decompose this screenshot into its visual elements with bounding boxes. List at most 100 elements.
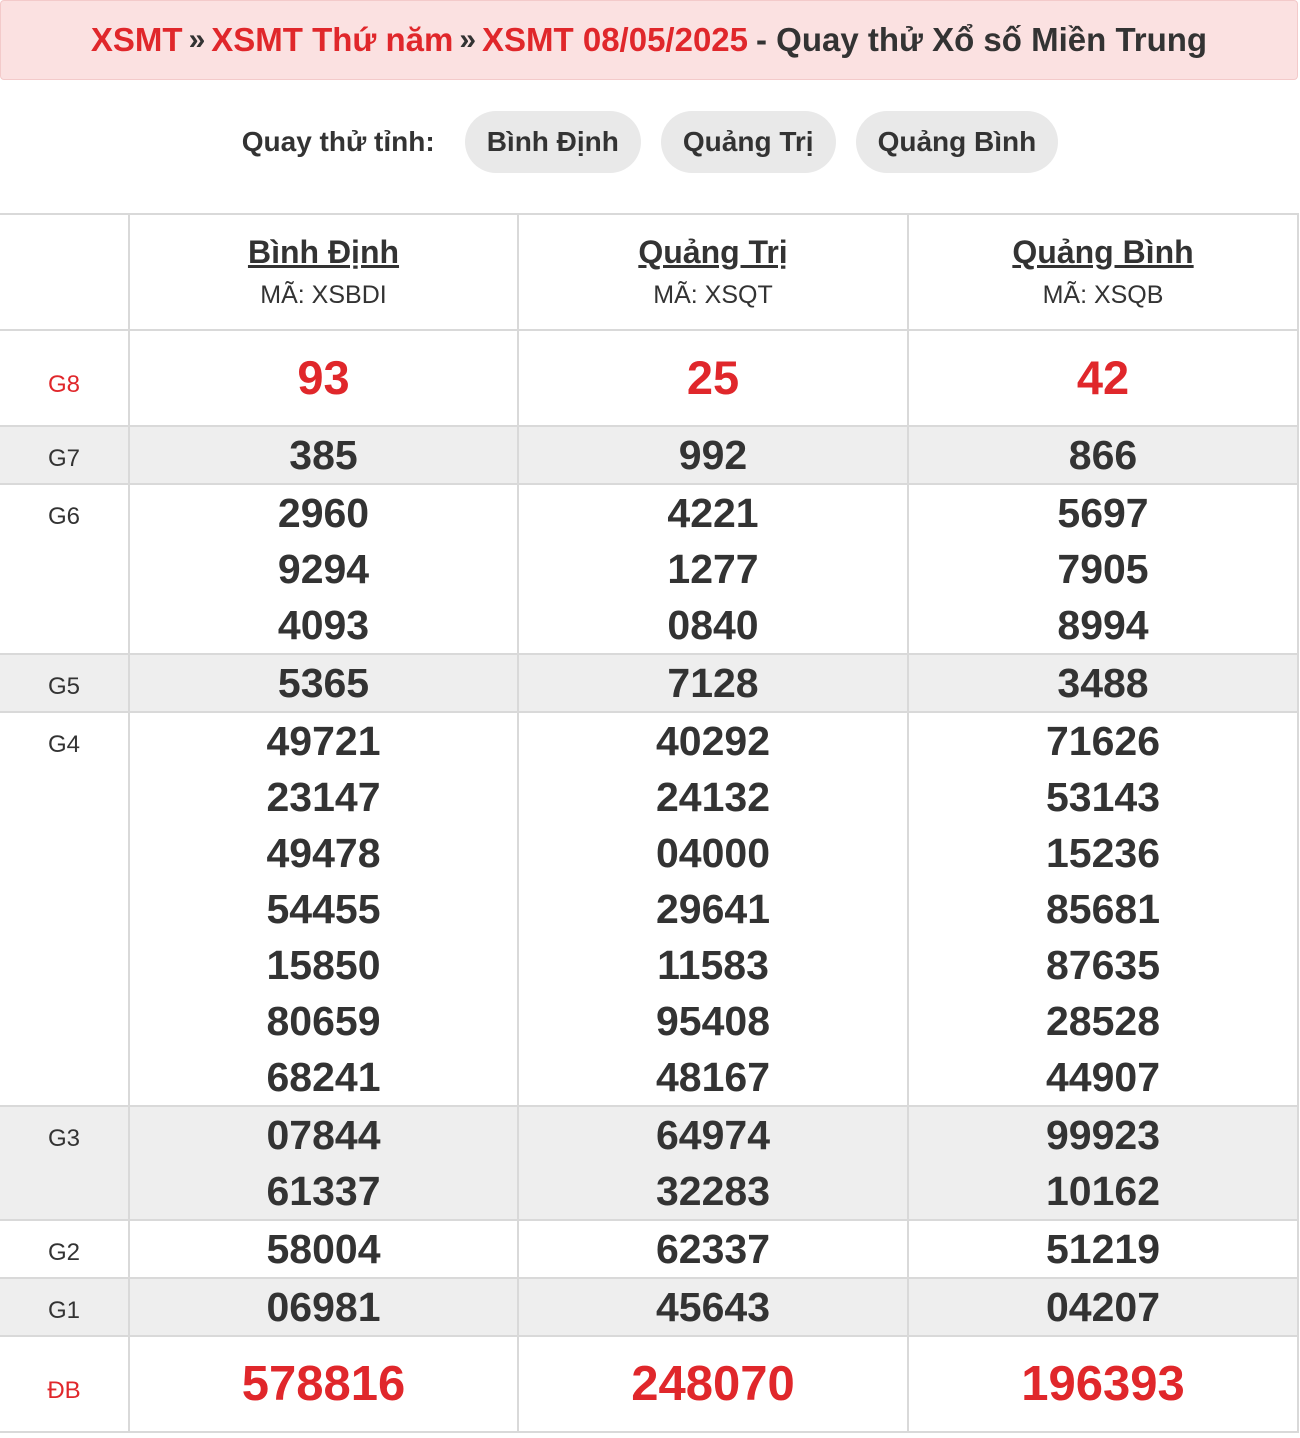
prize-cell: 2960 9294 4093 xyxy=(128,483,519,655)
breadcrumb-separator: » xyxy=(188,23,206,56)
prize-number: 4093 xyxy=(277,602,370,648)
province-code: MÃ: XSBDI xyxy=(260,281,387,309)
prize-number: 58004 xyxy=(266,1226,381,1272)
prize-cell: 04207 xyxy=(907,1277,1299,1337)
prize-number: 32283 xyxy=(655,1168,770,1214)
prize-number: 15236 xyxy=(1045,830,1160,876)
province-code: MÃ: XSQB xyxy=(1042,281,1164,309)
prize-number: 578816 xyxy=(241,1357,406,1411)
prize-number: 8994 xyxy=(1057,602,1149,648)
prize-number: 45643 xyxy=(655,1284,770,1330)
province-header: Quảng Bình MÃ: XSQB xyxy=(907,213,1299,331)
prize-cell: 71626 53143 15236 85681 87635 28528 44907 xyxy=(907,711,1299,1107)
prize-number: 80659 xyxy=(266,998,381,1044)
prize-number: 54455 xyxy=(266,886,381,932)
prize-cell: 06981 xyxy=(128,1277,519,1337)
prize-cell: 58004 xyxy=(128,1219,519,1279)
prize-cell: 93 xyxy=(128,329,519,427)
prize-row-db: ĐB 578816 248070 196393 xyxy=(0,1335,1299,1433)
prize-cell: 248070 xyxy=(517,1335,909,1433)
prize-cell: 07844 61337 xyxy=(128,1105,519,1221)
prize-number: 87635 xyxy=(1045,942,1160,988)
prize-label: ĐB xyxy=(0,1335,130,1433)
prize-number: 42 xyxy=(1076,351,1130,404)
prize-number: 1277 xyxy=(667,546,759,592)
province-link-quang-tri[interactable]: Quảng Trị xyxy=(519,234,907,271)
prize-number: 04207 xyxy=(1045,1284,1160,1330)
prize-number: 992 xyxy=(678,432,748,478)
prize-cell: 5697 7905 8994 xyxy=(907,483,1299,655)
prize-cell: 49721 23147 49478 54455 15850 80659 68241 xyxy=(128,711,519,1107)
prize-cell: 4221 1277 0840 xyxy=(517,483,909,655)
prize-number: 248070 xyxy=(631,1357,795,1411)
prize-label: G6 xyxy=(0,483,130,655)
prize-rows: G8 93 25 42 G7 385 992 866 G6 2960 9294 4093 4221 127… xyxy=(0,329,1299,1433)
prize-number: 48167 xyxy=(655,1054,770,1100)
province-link-quang-binh[interactable]: Quảng Bình xyxy=(909,234,1297,271)
prize-row-g4: G4 49721 23147 49478 54455 15850 80659 68241 402… xyxy=(0,711,1299,1107)
prize-number: 10162 xyxy=(1045,1168,1160,1214)
prize-number: 71626 xyxy=(1045,718,1160,764)
province-link-binh-dinh[interactable]: Bình Định xyxy=(130,234,517,271)
page-title-suffix: - Quay thử Xổ số Miền Trung xyxy=(756,21,1208,58)
breadcrumb-separator: » xyxy=(459,23,477,56)
prize-cell: 64974 32283 xyxy=(517,1105,909,1221)
prize-number: 196393 xyxy=(1021,1357,1185,1411)
prize-cell: 7128 xyxy=(517,653,909,713)
chooser-label: Quay thử tỉnh: xyxy=(241,126,435,157)
breadcrumb-xsmt-date[interactable]: XSMT 08/05/2025 xyxy=(482,21,748,59)
prize-number: 49721 xyxy=(266,718,381,764)
prize-number: 44907 xyxy=(1045,1054,1160,1100)
prize-number: 40292 xyxy=(655,718,770,764)
prize-cell: 62337 xyxy=(517,1219,909,1279)
prize-label: G7 xyxy=(0,425,130,485)
prize-number: 866 xyxy=(1068,432,1138,478)
prize-number: 24132 xyxy=(655,774,770,820)
prize-row-g2: G2 58004 62337 51219 xyxy=(0,1219,1299,1279)
province-button-binh-dinh[interactable]: Bình Định xyxy=(464,111,641,173)
prize-cell: 578816 xyxy=(128,1335,519,1433)
prize-row-g8: G8 93 25 42 xyxy=(0,329,1299,427)
prize-cell: 45643 xyxy=(517,1277,909,1337)
prize-number: 64974 xyxy=(655,1112,770,1158)
prize-number: 99923 xyxy=(1045,1112,1160,1158)
prize-row-g5: G5 5365 7128 3488 xyxy=(0,653,1299,713)
prize-cell: 385 xyxy=(128,425,519,485)
prize-label: G2 xyxy=(0,1219,130,1279)
province-button-quang-binh[interactable]: Quảng Bình xyxy=(855,111,1059,173)
prize-number: 385 xyxy=(289,432,358,478)
prize-label: G1 xyxy=(0,1277,130,1337)
province-header: Quảng Trị MÃ: XSQT xyxy=(517,213,909,331)
prize-number: 29641 xyxy=(655,886,770,932)
prize-cell: 866 xyxy=(907,425,1299,485)
prize-number: 53143 xyxy=(1045,774,1160,820)
prize-cell: 42 xyxy=(907,329,1299,427)
prize-number: 2960 xyxy=(277,490,370,536)
prize-number: 11583 xyxy=(657,942,769,988)
breadcrumb-xsmt-thursday[interactable]: XSMT Thứ năm xyxy=(211,21,453,59)
prize-number: 9294 xyxy=(277,546,370,592)
prize-number: 5697 xyxy=(1057,490,1149,536)
breadcrumb-xsmt[interactable]: XSMT xyxy=(91,21,183,59)
page-title-bar: XSMT » XSMT Thứ năm » XSMT 08/05/2025 - … xyxy=(0,0,1298,80)
prize-number: 06981 xyxy=(266,1284,381,1330)
prize-number: 23147 xyxy=(266,774,381,820)
prize-cell: 196393 xyxy=(907,1335,1299,1433)
prize-row-g1: G1 06981 45643 04207 xyxy=(0,1277,1299,1337)
prize-label: G5 xyxy=(0,653,130,713)
prize-cell: 51219 xyxy=(907,1219,1299,1279)
province-button-quang-tri[interactable]: Quảng Trị xyxy=(660,111,836,173)
prize-row-g3: G3 07844 61337 64974 32283 99923 10162 xyxy=(0,1105,1299,1221)
prize-cell: 992 xyxy=(517,425,909,485)
prize-number: 25 xyxy=(686,351,740,404)
province-chooser: Quay thử tỉnh: Bình Định Quảng Trị Quảng… xyxy=(0,110,1300,174)
prize-number: 61337 xyxy=(266,1168,381,1214)
prize-cell: 3488 xyxy=(907,653,1299,713)
prize-number: 5365 xyxy=(277,660,370,706)
prize-number: 7905 xyxy=(1057,546,1149,592)
prize-row-g7: G7 385 992 866 xyxy=(0,425,1299,485)
province-header-row: Bình Định MÃ: XSBDI Quảng Trị MÃ: XSQT Q… xyxy=(0,213,1299,331)
prize-number: 62337 xyxy=(655,1226,770,1272)
prize-label: G4 xyxy=(0,711,130,1107)
prize-number: 04000 xyxy=(655,830,770,876)
